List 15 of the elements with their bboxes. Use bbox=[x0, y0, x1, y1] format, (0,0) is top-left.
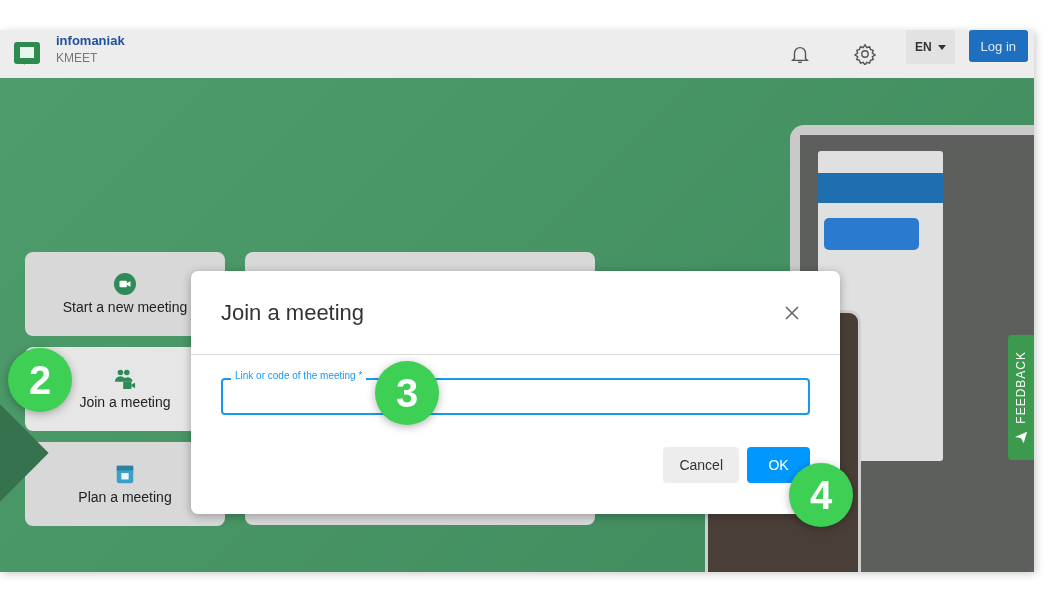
feedback-tab[interactable]: FEEDBACK bbox=[1008, 335, 1034, 460]
caret-icon bbox=[937, 44, 946, 50]
people-camera-icon bbox=[114, 368, 136, 390]
product-name: KMEET bbox=[56, 51, 99, 65]
send-icon bbox=[1014, 429, 1028, 444]
login-button[interactable]: Log in bbox=[968, 30, 1028, 62]
cancel-button[interactable]: Cancel bbox=[663, 447, 739, 483]
calendar-icon bbox=[114, 463, 136, 485]
settings-icon[interactable] bbox=[853, 43, 876, 65]
video-camera-icon bbox=[114, 273, 136, 295]
brand-name: infomaniak bbox=[56, 33, 125, 48]
language-dropdown[interactable]: EN bbox=[905, 30, 955, 64]
step-number-badge: 2 bbox=[8, 348, 72, 412]
field-label: Link or code of the meeting * bbox=[231, 370, 367, 382]
close-icon[interactable] bbox=[784, 304, 800, 321]
